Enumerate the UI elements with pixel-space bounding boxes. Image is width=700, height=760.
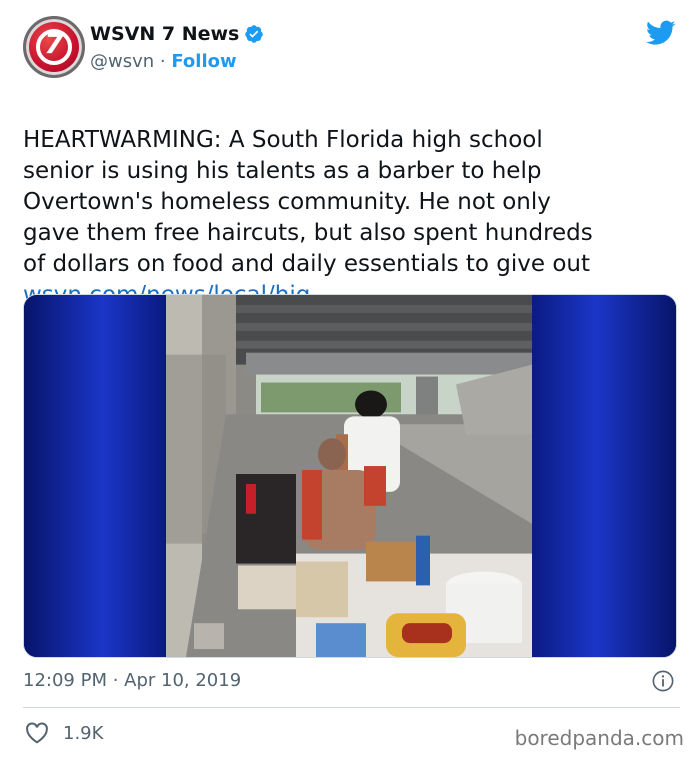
avatar-logo-text: 7 bbox=[44, 27, 64, 60]
handle-separator: · bbox=[154, 51, 172, 72]
media-left-backdrop bbox=[24, 295, 166, 657]
twitter-bird-icon[interactable] bbox=[646, 20, 676, 46]
like-count: 1.9K bbox=[63, 722, 104, 744]
tweet-media[interactable] bbox=[23, 294, 677, 658]
watermark: boredpanda.com bbox=[514, 726, 684, 750]
media-photo bbox=[166, 295, 532, 657]
handle[interactable]: @wsvn bbox=[90, 51, 154, 72]
tweet-timestamp[interactable]: 12:09 PM · Apr 10, 2019 bbox=[23, 670, 241, 691]
name-row: WSVN 7 News bbox=[90, 23, 264, 45]
like-button[interactable]: 1.9K bbox=[25, 722, 103, 744]
divider bbox=[23, 707, 680, 708]
tweet-body: HEARTWARMING: A South Florida high schoo… bbox=[23, 127, 593, 277]
follow-button[interactable]: Follow bbox=[171, 51, 236, 72]
avatar[interactable]: 7 bbox=[23, 16, 85, 78]
info-icon[interactable] bbox=[652, 670, 674, 692]
display-name[interactable]: WSVN 7 News bbox=[90, 23, 239, 45]
verified-badge-icon bbox=[245, 25, 264, 43]
heart-icon bbox=[26, 722, 48, 744]
tweet-header: 7 WSVN 7 News @wsvn · Follow bbox=[23, 16, 680, 80]
media-right-backdrop bbox=[530, 295, 676, 657]
handle-row: @wsvn · Follow bbox=[90, 51, 237, 72]
